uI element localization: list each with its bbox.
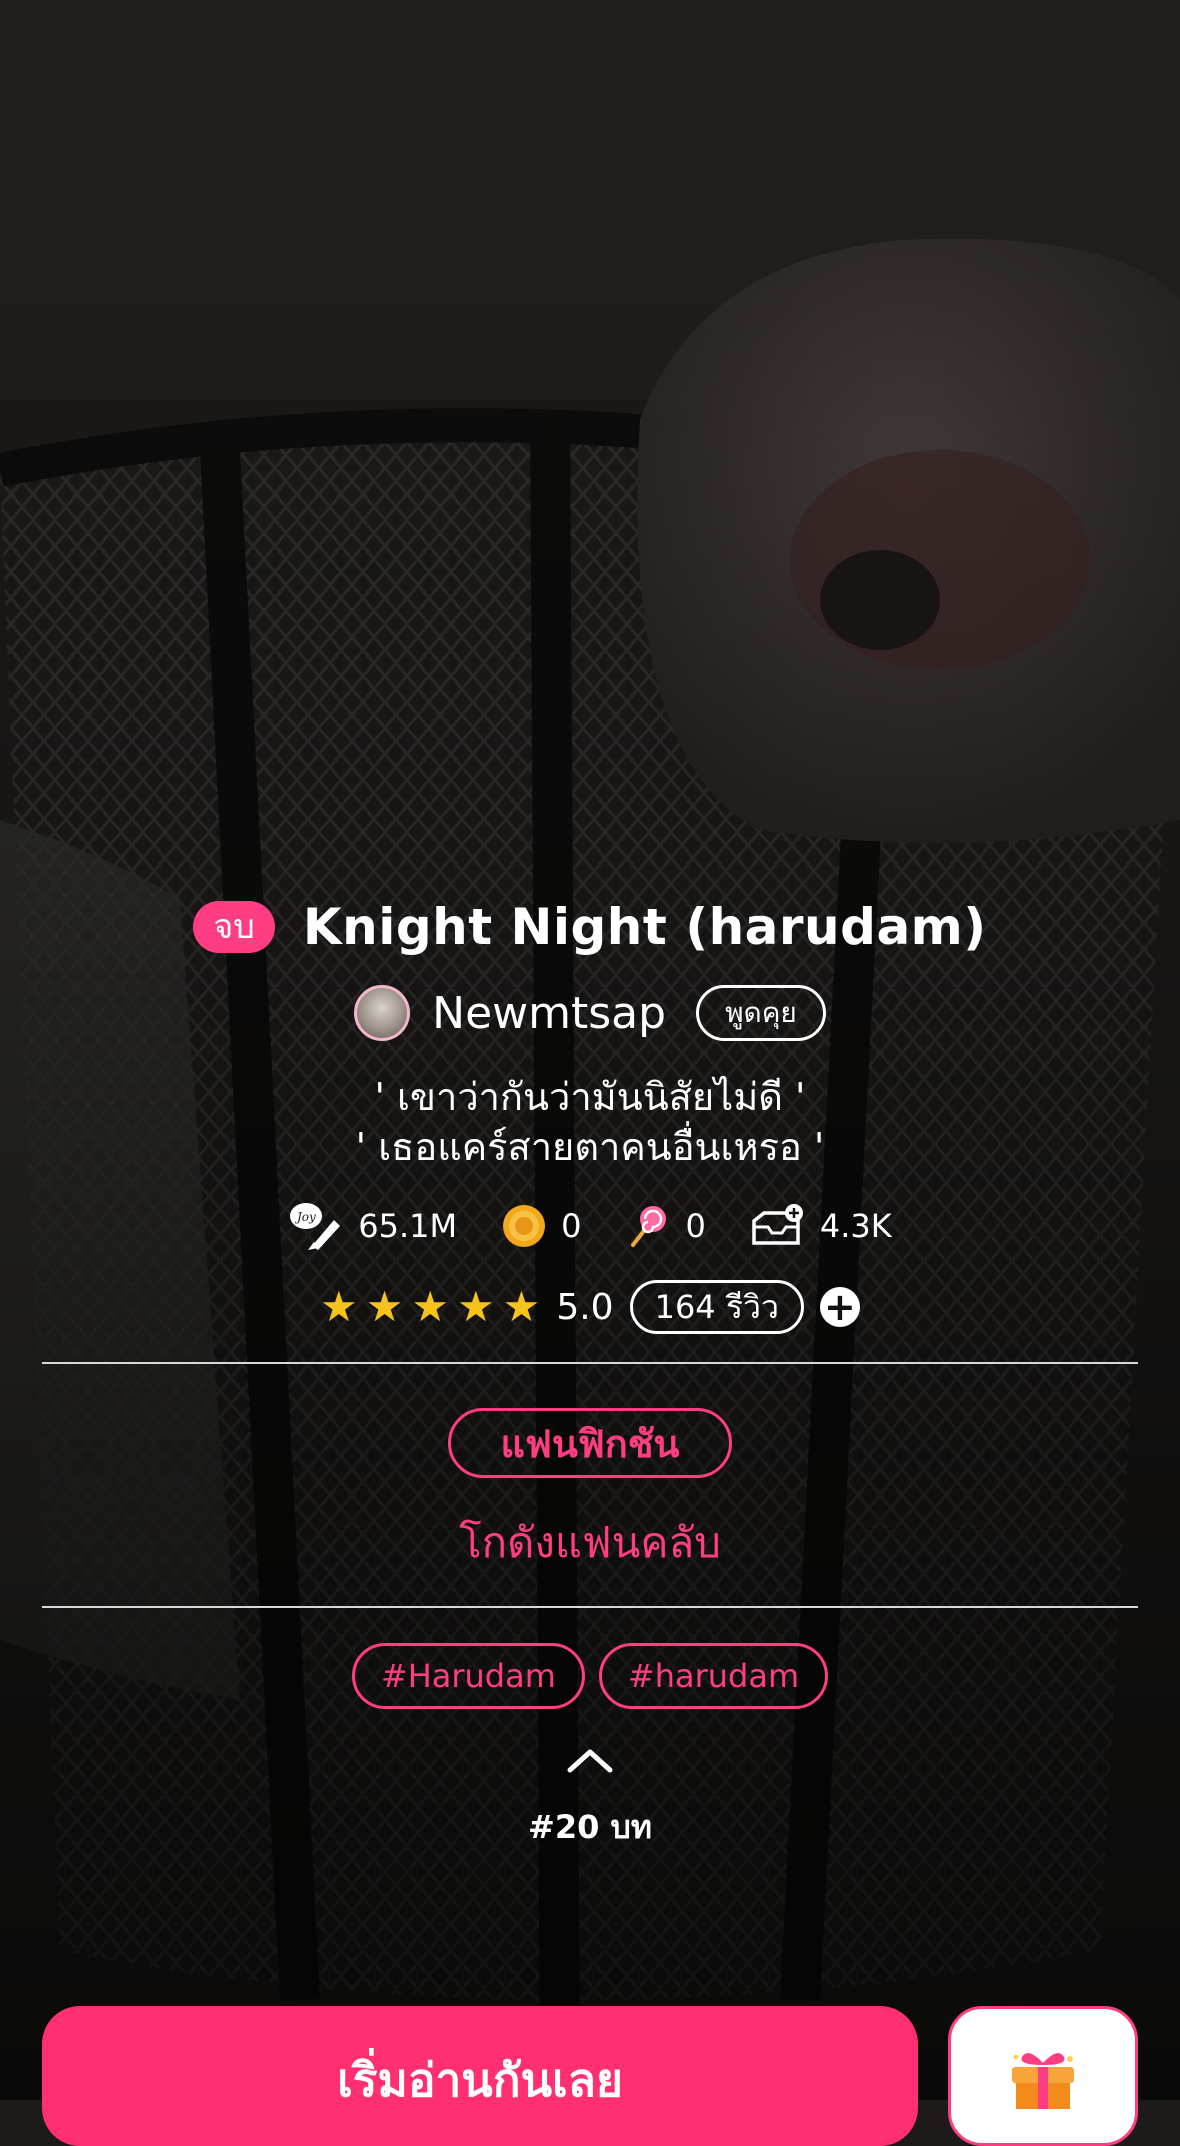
status-badge: จบ	[193, 901, 275, 953]
star-icon: ★	[320, 1282, 358, 1331]
stat-library: 4.3K	[750, 1203, 892, 1249]
tag-harudam-lower[interactable]: #harudam	[598, 1643, 829, 1709]
chapter-count: #20 บท	[528, 1808, 652, 1846]
rating-row: ★ ★ ★ ★ ★ 5.0 164 รีวิว +	[0, 1280, 1180, 1334]
star-icon: ★	[365, 1282, 404, 1331]
star-icon: ★	[457, 1282, 495, 1331]
tagline-line-1: ' เขาว่ากันว่ามันนิสัยไม่ดี '	[374, 1075, 806, 1119]
pen-quill-icon: Joy	[288, 1200, 344, 1252]
tags-row: #Harudam #harudam	[0, 1643, 1180, 1709]
stat-coins: 0	[501, 1203, 581, 1249]
stat-candies: 0	[625, 1203, 706, 1249]
candies-count: 0	[685, 1207, 706, 1245]
author-avatar[interactable]	[354, 985, 411, 1041]
add-to-shelf-icon	[750, 1203, 806, 1249]
coins-count: 0	[561, 1207, 582, 1245]
divider	[42, 1362, 1138, 1364]
chevron-up-icon[interactable]	[566, 1746, 614, 1774]
library-count: 4.3K	[819, 1207, 892, 1245]
tagline-line-2: ' เธอแคร์สายตาคนอื่นเหรอ '	[355, 1125, 825, 1169]
gift-button[interactable]	[948, 2006, 1138, 2146]
add-review-button[interactable]: +	[819, 1287, 860, 1327]
gift-icon	[1004, 2049, 1082, 2143]
subcategory-link[interactable]: โกดังแฟนคลับ	[0, 1510, 1180, 1576]
category-button[interactable]: แฟนฟิกชัน	[448, 1408, 732, 1478]
story-tagline: ' เขาว่ากันว่ามันนิสัยไม่ดี ' ' เธอแคร์ส…	[0, 1072, 1180, 1172]
stat-views: Joy 65.1M	[288, 1200, 457, 1252]
author-row: Newmtsap พูดคุย	[0, 985, 1180, 1041]
divider	[42, 1606, 1138, 1608]
story-title: Knight Night (harudam)	[302, 898, 987, 956]
rating-stars: ★ ★ ★ ★ ★	[320, 1286, 540, 1328]
start-reading-button[interactable]: เริ่มอ่านกันเลย	[42, 2006, 918, 2146]
reviews-button[interactable]: 164 รีวิว	[629, 1280, 804, 1334]
tag-harudam[interactable]: #Harudam	[351, 1643, 585, 1709]
coin-icon	[501, 1203, 547, 1249]
rating-score: 5.0	[556, 1286, 614, 1328]
title-row: จบ Knight Night (harudam)	[0, 898, 1180, 956]
star-icon: ★	[502, 1282, 541, 1331]
star-icon: ★	[411, 1282, 449, 1331]
chat-button[interactable]: พูดคุย	[696, 985, 826, 1041]
lollipop-icon	[625, 1203, 671, 1249]
stats-row: Joy 65.1M 0 0 4.3K	[0, 1200, 1180, 1252]
views-count: 65.1M	[358, 1207, 458, 1245]
svg-text:Joy: Joy	[294, 1210, 316, 1224]
author-name[interactable]: Newmtsap	[432, 988, 666, 1039]
